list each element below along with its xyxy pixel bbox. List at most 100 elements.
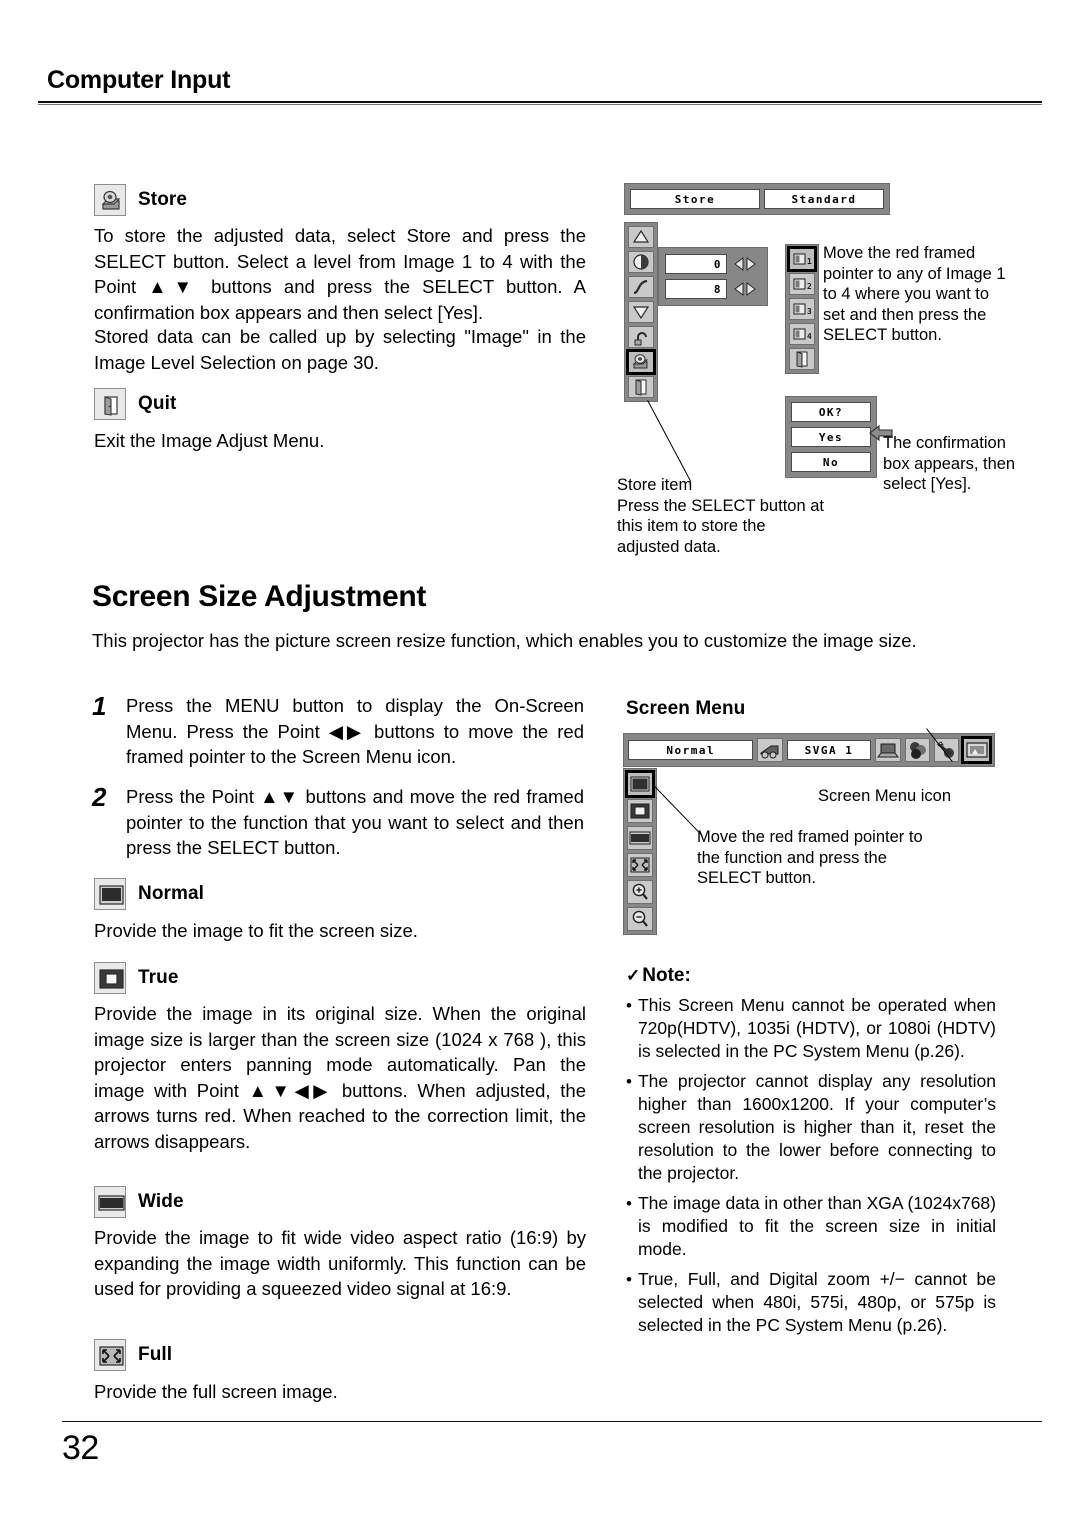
full-icon[interactable]: [627, 853, 653, 877]
bullet-icon: •: [626, 996, 632, 1015]
svg-text:1: 1: [807, 257, 812, 266]
confirm-title: OK?: [791, 402, 871, 422]
osd-store-button[interactable]: Store: [630, 189, 760, 209]
digital-zoom-in-icon[interactable]: [627, 880, 653, 904]
wide-icon: [94, 1186, 126, 1218]
osd-value-field-2[interactable]: 8: [665, 279, 727, 299]
triangle-down-icon[interactable]: [628, 301, 654, 323]
screen-menu-left-column: [623, 768, 657, 935]
note-text: The projector cannot display any resolut…: [637, 1071, 996, 1183]
color-adjust-icon[interactable]: [904, 738, 930, 762]
contrast-circle-icon[interactable]: [628, 251, 654, 273]
check-icon: ✓: [626, 966, 641, 985]
computer-icon[interactable]: [875, 738, 901, 762]
store-disk-icon[interactable]: [626, 349, 656, 375]
osd-standard-button[interactable]: Standard: [764, 189, 884, 209]
note-text: This Screen Menu cannot be operated when…: [637, 995, 996, 1061]
screen-size-intro: This projector has the picture screen re…: [92, 630, 917, 651]
svg-text:2: 2: [807, 282, 812, 291]
left-right-arrows-icon[interactable]: [732, 257, 758, 271]
normal-icon[interactable]: [625, 770, 655, 798]
osd-value-row: 8: [665, 279, 758, 299]
note-item: • True, Full, and Digital zoom +/− canno…: [626, 1268, 996, 1337]
wide-heading-row: Wide: [94, 1186, 184, 1218]
footer-divider: [62, 1421, 1042, 1422]
triangle-up-icon[interactable]: [628, 226, 654, 248]
svg-text:3: 3: [807, 307, 812, 316]
page-number: 32: [62, 1429, 99, 1467]
quit-heading-row: Quit: [94, 388, 176, 420]
note-item: • The projector cannot display any resol…: [626, 1070, 996, 1185]
leader-line-store-item: [646, 400, 692, 482]
normal-heading: Normal: [138, 883, 205, 904]
osd-image-level-column: 1 2 3 4: [785, 244, 819, 374]
door-exit-icon[interactable]: [789, 348, 815, 370]
step-1-number: 1: [92, 691, 107, 721]
store-paragraph-1: To store the adjusted data, select Store…: [94, 225, 586, 323]
header-divider: [38, 101, 1042, 105]
note-item: • The image data in other than XGA (1024…: [626, 1192, 996, 1261]
true-heading: True: [138, 967, 179, 988]
full-icon: [94, 1339, 126, 1371]
bullet-icon: •: [626, 1072, 632, 1091]
note-text: True, Full, and Digital zoom +/− cannot …: [637, 1269, 996, 1335]
store-heading-row: Store: [94, 184, 187, 216]
osd-value-panel: 0 8: [658, 247, 768, 306]
normal-icon: [94, 878, 126, 910]
left-right-arrows-icon[interactable]: [732, 282, 758, 296]
note-text: The image data in other than XGA (1024x7…: [637, 1193, 996, 1259]
callout-screen-menu-icon: Screen Menu icon: [818, 787, 951, 805]
bullet-icon: •: [626, 1194, 632, 1213]
image-2-icon[interactable]: 2: [789, 273, 815, 295]
bullet-icon: •: [626, 1270, 632, 1289]
confirm-no-button[interactable]: No: [791, 452, 871, 472]
gamma-curve-icon[interactable]: [628, 276, 654, 298]
store-heading: Store: [138, 189, 188, 210]
normal-heading-row: Normal: [94, 878, 204, 910]
callout-screen-pointer: Move the red framed pointer to the funct…: [697, 828, 923, 887]
step-2-text: Press the Point ▲▼ buttons and move the …: [126, 786, 584, 858]
osd-confirm-box: OK? Yes No: [785, 396, 877, 478]
store-disk-icon: [94, 184, 126, 216]
step-1: 1 Press the MENU button to display the O…: [92, 693, 584, 770]
true-icon: [94, 962, 126, 994]
callout-image-level-pointer: Move the red framed pointer to any of Im…: [823, 244, 1006, 344]
wide-heading: Wide: [138, 1191, 184, 1212]
wide-icon[interactable]: [627, 826, 653, 850]
screen-menu-icon[interactable]: [960, 736, 992, 764]
note-heading: Note:: [642, 965, 691, 986]
step-2-number: 2: [92, 782, 107, 812]
image-1-icon[interactable]: 1: [787, 246, 817, 272]
callout-confirmation: The confirmation box appears, then selec…: [883, 434, 1016, 493]
step-2: 2 Press the Point ▲▼ buttons and move th…: [92, 784, 584, 861]
confirm-yes-button[interactable]: Yes: [791, 427, 871, 447]
input-source-icon[interactable]: [757, 738, 783, 762]
screen-mode-field[interactable]: Normal: [628, 740, 754, 760]
true-text: Provide the image in its original size. …: [94, 1003, 586, 1152]
full-heading: Full: [138, 1344, 173, 1365]
full-text: Provide the full screen image.: [94, 1381, 338, 1402]
quit-heading: Quit: [138, 393, 177, 414]
image-4-icon[interactable]: 4: [789, 323, 815, 345]
full-heading-row: Full: [94, 1339, 172, 1371]
true-icon[interactable]: [627, 799, 653, 823]
osd-left-icon-column: [624, 222, 658, 402]
page-title: Computer Input: [47, 66, 231, 94]
image-3-icon[interactable]: 3: [789, 298, 815, 320]
quit-paragraph: Exit the Image Adjust Menu.: [94, 430, 325, 451]
screen-menu-label: Screen Menu: [626, 698, 746, 719]
note-heading-row: ✓ Note:: [626, 965, 996, 987]
osd-value-row: 0: [665, 254, 758, 274]
digital-zoom-out-icon[interactable]: [627, 907, 653, 931]
leader-line-screen-pointer: [652, 785, 703, 837]
door-exit-icon[interactable]: [628, 376, 654, 398]
note-item: • This Screen Menu cannot be operated wh…: [626, 994, 996, 1063]
osd-value-field-1[interactable]: 0: [665, 254, 727, 274]
store-paragraph-2: Stored data can be called up by selectin…: [94, 326, 586, 373]
true-heading-row: True: [94, 962, 179, 994]
step-1-text: Press the MENU button to display the On-…: [126, 695, 584, 767]
reset-icon[interactable]: [628, 326, 654, 348]
pc-system-field[interactable]: SVGA 1: [786, 740, 872, 760]
normal-text: Provide the image to fit the screen size…: [94, 920, 418, 941]
screen-size-title: Screen Size Adjustment: [92, 580, 427, 613]
